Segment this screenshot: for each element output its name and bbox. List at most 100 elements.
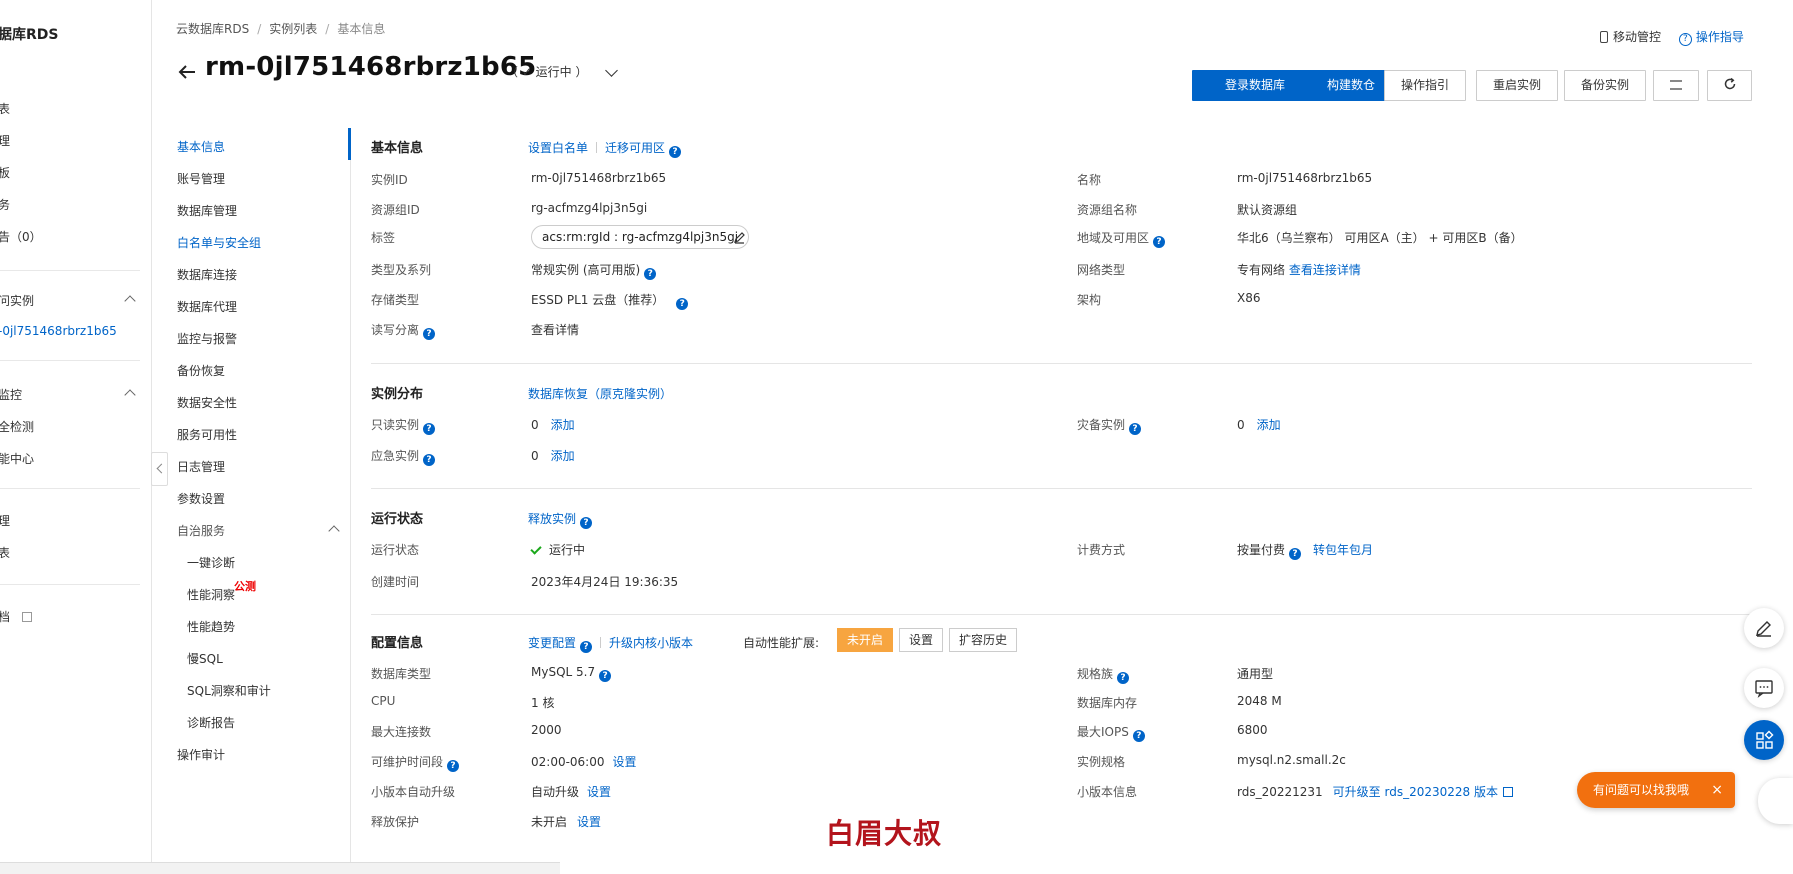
restart-instance-button[interactable]: 重启实例 bbox=[1476, 70, 1558, 101]
leftnav-item[interactable]: 表 bbox=[0, 544, 10, 561]
close-icon[interactable]: × bbox=[1711, 772, 1723, 808]
leftnav-item[interactable]: 能中心 bbox=[0, 450, 34, 467]
subnav-proxy[interactable]: 数据库代理 bbox=[177, 298, 237, 315]
help-icon[interactable]: ? bbox=[599, 670, 612, 682]
migrate-zone-link[interactable]: 迁移可用区 bbox=[605, 141, 665, 155]
label-storage: 存储类型 bbox=[371, 293, 420, 307]
help-icon[interactable]: ? bbox=[580, 641, 593, 653]
subnav-connection[interactable]: 数据库连接 bbox=[177, 266, 237, 283]
chevron-up-icon[interactable] bbox=[124, 295, 136, 307]
add-emergency-link[interactable]: 添加 bbox=[551, 449, 575, 463]
scale-history-button[interactable]: 扩容历史 bbox=[949, 628, 1018, 652]
leftnav-item[interactable]: 板 bbox=[0, 164, 10, 181]
chevron-up-icon[interactable] bbox=[124, 389, 136, 401]
refresh-button[interactable] bbox=[1707, 70, 1752, 101]
leftnav-docs[interactable]: 档 bbox=[0, 608, 33, 625]
mobile-manage-link[interactable]: 移动管控 bbox=[1613, 30, 1661, 44]
subnav-sql-audit[interactable]: SQL洞察和审计 bbox=[187, 682, 271, 699]
label-dr: 灾备实例? bbox=[1077, 416, 1142, 435]
guide-link[interactable]: 操作指导 bbox=[1696, 30, 1744, 44]
add-dr-link[interactable]: 添加 bbox=[1257, 418, 1281, 432]
subnav-report[interactable]: 诊断报告 bbox=[187, 714, 235, 731]
tag-chip: acs:rm:rgId : rg-acfmzg4lpj3n5gi bbox=[531, 225, 750, 249]
label-minor-upgrade: 小版本自动升级 bbox=[371, 785, 456, 799]
db-restore-link[interactable]: 数据库恢复（原克隆实例） bbox=[528, 385, 672, 402]
help-icon[interactable]: ? bbox=[447, 760, 460, 772]
list-icon bbox=[1670, 80, 1682, 90]
upgrade-minor-link[interactable]: 升级内核小版本 bbox=[609, 636, 693, 650]
subnav-databases[interactable]: 数据库管理 bbox=[177, 202, 237, 219]
view-connection-link[interactable]: 查看连接详情 bbox=[1289, 263, 1361, 277]
subnav-params[interactable]: 参数设置 bbox=[177, 490, 225, 507]
more-list-button[interactable] bbox=[1653, 70, 1699, 101]
set-whitelist-link[interactable]: 设置白名单 bbox=[528, 141, 588, 155]
leftnav-group-recent[interactable]: 问实例 bbox=[0, 292, 34, 309]
subnav-basic-info[interactable]: 基本信息 bbox=[177, 138, 225, 155]
subnav-autonomy[interactable]: 自治服务 bbox=[177, 522, 225, 539]
apps-button[interactable] bbox=[1744, 720, 1784, 760]
subnav-security[interactable]: 数据安全性 bbox=[177, 394, 237, 411]
label-arch: 架构 bbox=[1077, 293, 1102, 307]
switch-subscription-link[interactable]: 转包年包月 bbox=[1313, 543, 1373, 557]
leftnav-recent-instance[interactable]: -0jl751468rbrz1b65 bbox=[0, 324, 117, 338]
help-icon[interactable]: ? bbox=[423, 328, 436, 340]
chevron-up-icon[interactable] bbox=[328, 525, 340, 537]
subnav-accounts[interactable]: 账号管理 bbox=[177, 170, 225, 187]
subnav-perf-insight[interactable]: 性能洞察 bbox=[187, 586, 235, 603]
leftnav-group-monitor[interactable]: 监控 bbox=[0, 386, 22, 403]
subnav-availability[interactable]: 服务可用性 bbox=[177, 426, 237, 443]
help-icon[interactable]: ? bbox=[1129, 423, 1142, 435]
subnav-op-audit[interactable]: 操作审计 bbox=[177, 746, 225, 763]
minor-set-link[interactable]: 设置 bbox=[587, 785, 611, 799]
check-icon bbox=[530, 543, 542, 555]
view-details-link[interactable]: 查看详情 bbox=[531, 321, 579, 338]
subnav-diagnose[interactable]: 一键诊断 bbox=[187, 554, 235, 571]
leftnav-item[interactable]: 全检测 bbox=[0, 418, 34, 435]
upgrade-version-link[interactable]: 可升级至 rds_20230228 版本 bbox=[1333, 785, 1498, 799]
help-popup[interactable]: 有问题可以找我哦 × bbox=[1577, 772, 1735, 808]
help-icon[interactable]: ? bbox=[423, 454, 436, 466]
help-icon[interactable]: ? bbox=[669, 146, 682, 158]
help-icon[interactable]: ? bbox=[580, 517, 593, 529]
ops-guide-button[interactable]: 操作指引 bbox=[1384, 70, 1466, 101]
value-dbtype: MySQL 5.7? bbox=[531, 665, 612, 682]
backup-instance-button[interactable]: 备份实例 bbox=[1564, 70, 1646, 101]
breadcrumb-root[interactable]: 云数据库RDS bbox=[176, 22, 249, 36]
chat-button[interactable] bbox=[1744, 668, 1784, 708]
leftnav-item[interactable]: 理 bbox=[0, 512, 10, 529]
feedback-edit-button[interactable] bbox=[1744, 608, 1784, 648]
subnav-logs[interactable]: 日志管理 bbox=[177, 458, 225, 475]
chevron-down-icon[interactable] bbox=[605, 64, 618, 77]
leftnav-item[interactable]: 表 bbox=[0, 100, 10, 117]
help-icon[interactable]: ? bbox=[1117, 672, 1130, 684]
subnav-whitelist[interactable]: 白名单与安全组 bbox=[177, 234, 261, 251]
subnav-monitor[interactable]: 监控与报警 bbox=[177, 330, 237, 347]
help-icon[interactable]: ? bbox=[676, 298, 689, 310]
add-readonly-link[interactable]: 添加 bbox=[551, 418, 575, 432]
help-icon[interactable]: ? bbox=[644, 268, 657, 280]
collapse-sidebar-handle[interactable] bbox=[151, 452, 168, 486]
edit-pencil-icon[interactable] bbox=[733, 231, 746, 244]
auto-scale-set-button[interactable]: 设置 bbox=[899, 628, 944, 652]
release-instance-link[interactable]: 释放实例 bbox=[528, 512, 576, 526]
value-readonly: 0 添加 bbox=[531, 418, 575, 432]
label-spec: 实例规格 bbox=[1077, 755, 1126, 769]
assistant-avatar[interactable] bbox=[1758, 778, 1793, 824]
leftnav-item[interactable]: 理 bbox=[0, 132, 10, 149]
leftnav-item[interactable]: 告（0） bbox=[0, 228, 42, 245]
external-link-icon[interactable] bbox=[1502, 787, 1513, 797]
help-icon[interactable]: ? bbox=[1289, 548, 1302, 560]
change-config-link[interactable]: 变更配置 bbox=[528, 636, 576, 650]
maint-set-link[interactable]: 设置 bbox=[613, 755, 637, 769]
back-arrow-icon[interactable] bbox=[175, 60, 199, 84]
release-set-link[interactable]: 设置 bbox=[577, 815, 601, 829]
subnav-perf-trend[interactable]: 性能趋势 bbox=[187, 618, 235, 635]
help-icon[interactable]: ? bbox=[423, 423, 436, 435]
help-icon[interactable]: ? bbox=[1153, 236, 1166, 248]
edit-icon bbox=[1756, 621, 1771, 637]
subnav-backup[interactable]: 备份恢复 bbox=[177, 362, 225, 379]
leftnav-item[interactable]: 务 bbox=[0, 196, 10, 213]
help-icon[interactable]: ? bbox=[1132, 730, 1145, 742]
breadcrumb-list[interactable]: 实例列表 bbox=[269, 22, 317, 36]
subnav-slow-sql[interactable]: 慢SQL bbox=[187, 650, 223, 667]
